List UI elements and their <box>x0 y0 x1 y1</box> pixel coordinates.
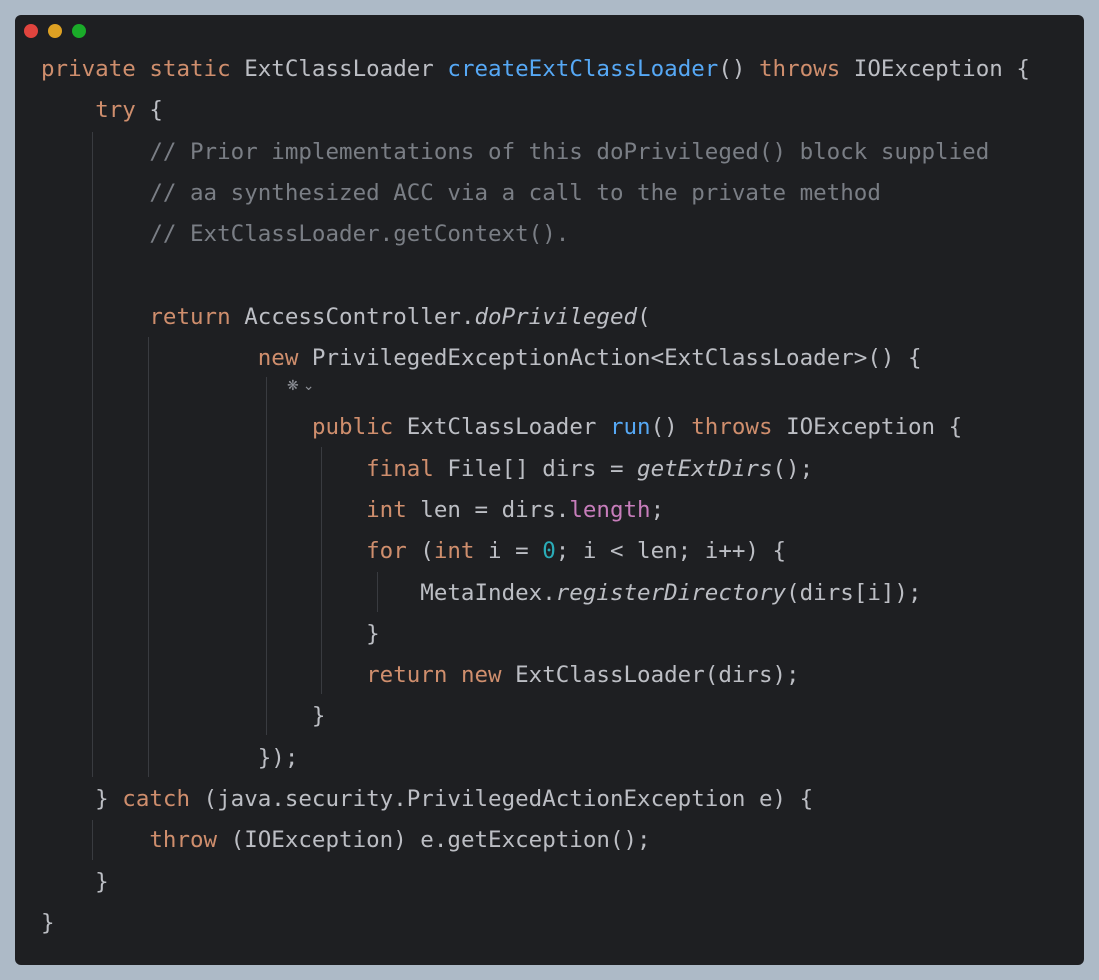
code-line: final File[] dirs = getExtDirs(); <box>366 455 814 482</box>
code-line: } catch (java.security.PrivilegedActionE… <box>41 786 814 813</box>
code-line: }); <box>41 744 299 771</box>
code-line: int len = dirs.length; <box>366 496 665 523</box>
minimize-button[interactable] <box>48 24 62 38</box>
code-line: } <box>41 909 55 936</box>
code-line: } <box>41 620 380 647</box>
code-line: MetaIndex.registerDirectory(dirs[i]); <box>41 579 922 606</box>
code-line: } <box>41 703 326 730</box>
code-line: // aa synthesized ACC via a call to the … <box>149 179 881 206</box>
code-line: for (int i = 0; i < len; i++) { <box>366 538 787 565</box>
code-line: // Prior implementations of this doPrivi… <box>149 138 990 165</box>
code-line: private static ExtClassLoader createExtC… <box>41 56 1030 82</box>
window-controls <box>24 24 86 38</box>
code-block: private static ExtClassLoader createExtC… <box>41 49 1030 944</box>
code-line: // ExtClassLoader.getContext(). <box>149 221 570 248</box>
code-line: return AccessController.doPrivileged( <box>149 303 651 330</box>
code-line: return new ExtClassLoader(dirs); <box>366 662 800 689</box>
code-line: try { <box>95 97 163 124</box>
code-line: throw (IOException) e.getException(); <box>149 827 651 854</box>
close-button[interactable] <box>24 24 38 38</box>
maximize-button[interactable] <box>72 24 86 38</box>
code-line: } <box>41 868 109 895</box>
code-line: new PrivilegedExceptionAction<ExtClassLo… <box>257 345 922 372</box>
code-line: public ExtClassLoader run() throws IOExc… <box>311 414 963 441</box>
code-window: ❋ ⌄ private static ExtClassLoader create… <box>15 15 1084 965</box>
